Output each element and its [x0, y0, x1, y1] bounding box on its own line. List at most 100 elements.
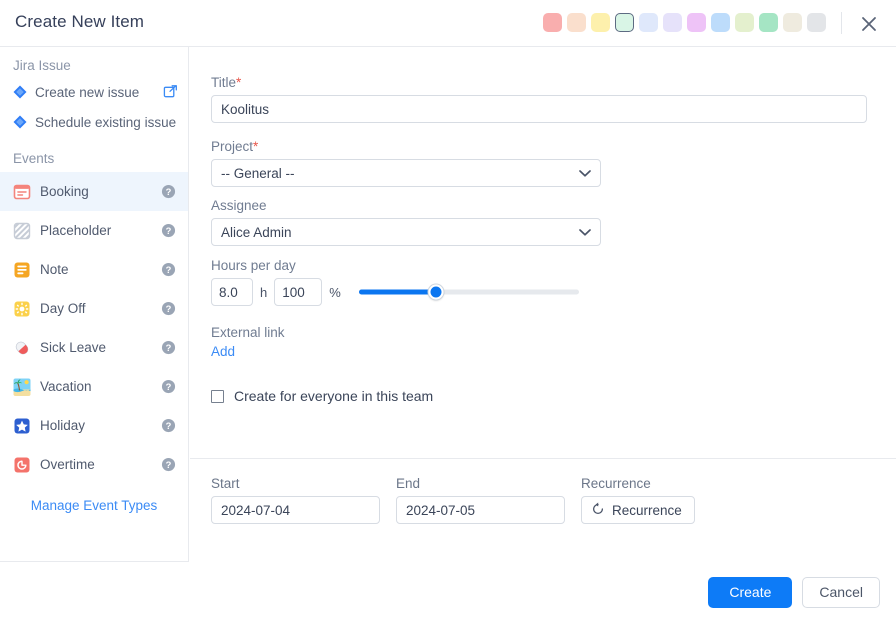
hours-controls: 8.0 h 100 % — [211, 278, 771, 306]
create-for-everyone-checkbox-row[interactable]: Create for everyone in this team — [211, 388, 433, 404]
end-label: End — [396, 476, 421, 491]
svg-text:?: ? — [166, 421, 172, 431]
start-label: Start — [211, 476, 240, 491]
svg-text:?: ? — [166, 304, 172, 314]
help-icon[interactable]: ? — [161, 262, 176, 277]
field-project: Project* -- General -- — [211, 139, 601, 187]
sidebar-item-label: Overtime — [40, 457, 95, 473]
form-divider — [190, 458, 896, 459]
sick-leave-icon — [13, 339, 31, 357]
dialog-footer: Create Cancel — [0, 563, 896, 621]
title-label-text: Title — [211, 75, 237, 90]
svg-text:?: ? — [166, 265, 172, 275]
header-divider — [841, 12, 842, 34]
help-icon[interactable]: ? — [161, 418, 176, 433]
dialog-header: Create New Item — [0, 0, 896, 47]
sidebar-item-label: Booking — [40, 184, 89, 200]
help-icon[interactable]: ? — [161, 379, 176, 394]
create-button[interactable]: Create — [708, 576, 793, 608]
hours-unit-label: h — [260, 284, 268, 300]
help-icon[interactable]: ? — [161, 184, 176, 199]
sidebar-item-label: Placeholder — [40, 223, 112, 239]
title-input[interactable]: Koolitus — [211, 95, 867, 123]
help-icon[interactable]: ? — [161, 340, 176, 355]
project-select-value: -- General -- — [221, 165, 295, 181]
sidebar-item-sick-leave[interactable]: Sick Leave? — [0, 328, 188, 367]
day-off-icon — [13, 300, 31, 318]
sidebar-item-day-off[interactable]: Day Off? — [0, 289, 188, 328]
form-panel: Title* Koolitus Project* -- General -- A… — [190, 47, 896, 562]
help-icon[interactable]: ? — [161, 457, 176, 472]
swatch-peach[interactable] — [567, 13, 586, 32]
swatch-lime[interactable] — [735, 13, 754, 32]
help-icon[interactable]: ? — [161, 223, 176, 238]
sidebar-item-label: Schedule existing issue — [35, 114, 177, 130]
hours-input[interactable]: 8.0 — [211, 278, 253, 306]
sidebar-item-label: Vacation — [40, 379, 92, 395]
svg-text:?: ? — [166, 226, 172, 236]
percent-unit-label: % — [329, 284, 341, 300]
sidebar-item-booking[interactable]: Booking? — [0, 172, 188, 212]
field-recurrence: Recurrence Recurrence — [581, 476, 695, 524]
jira-diamond-icon — [13, 85, 27, 105]
swatch-lavender[interactable] — [663, 13, 682, 32]
refresh-icon — [591, 502, 605, 519]
sidebar-item-note[interactable]: Note? — [0, 250, 188, 289]
sidebar-item-label: Note — [40, 262, 69, 278]
field-start: Start 2024-07-04 — [211, 476, 380, 524]
slider-fill — [358, 289, 436, 295]
assignee-select[interactable]: Alice Admin — [211, 218, 601, 246]
svg-text:?: ? — [166, 460, 172, 470]
swatch-cream[interactable] — [783, 13, 802, 32]
sidebar-item-label: Create new issue — [35, 85, 140, 100]
sidebar-item-create-new-issue[interactable]: Create new issue — [0, 79, 188, 109]
chevron-down-icon — [579, 166, 591, 181]
required-marker: * — [253, 139, 259, 154]
manage-event-types-link[interactable]: Manage Event Types — [0, 484, 188, 513]
sidebar-item-schedule-existing-issue[interactable]: Schedule existing issue — [0, 109, 188, 139]
sidebar-event-list: Booking? Placeholder? Note? Day Off? Sick Le… — [0, 172, 188, 484]
recurrence-label: Recurrence — [581, 476, 651, 491]
sidebar-item-holiday[interactable]: Holiday? — [0, 406, 188, 445]
color-swatch-palette[interactable] — [543, 13, 826, 32]
field-hours-per-day: Hours per day 8.0 h 100 % — [211, 258, 771, 306]
svg-text:?: ? — [166, 187, 172, 197]
vacation-icon — [13, 378, 31, 396]
slider-thumb[interactable] — [428, 284, 444, 300]
svg-text:?: ? — [166, 382, 172, 392]
swatch-red[interactable] — [543, 13, 562, 32]
create-for-everyone-label: Create for everyone in this team — [234, 388, 434, 404]
assignee-select-value: Alice Admin — [221, 224, 292, 240]
swatch-yellow[interactable] — [591, 13, 610, 32]
placeholder-icon — [13, 222, 31, 240]
cancel-button[interactable]: Cancel — [802, 576, 880, 608]
swatch-sky[interactable] — [711, 13, 730, 32]
sidebar: Jira Issue Create new issue Schedule exi… — [0, 47, 189, 562]
external-link-icon[interactable] — [163, 84, 178, 105]
add-external-link-button[interactable]: Add — [211, 344, 285, 359]
create-for-everyone-checkbox[interactable] — [211, 389, 224, 403]
percent-input[interactable]: 100 — [274, 278, 323, 306]
swatch-grey[interactable] — [807, 13, 826, 32]
note-icon — [13, 261, 31, 279]
swatch-green[interactable] — [759, 13, 778, 32]
swatch-mint[interactable] — [615, 13, 634, 32]
sidebar-item-label: Sick Leave — [40, 340, 107, 356]
title-label: Title* — [211, 75, 867, 90]
sidebar-item-placeholder[interactable]: Placeholder? — [0, 211, 188, 250]
sidebar-item-vacation[interactable]: Vacation? — [0, 367, 188, 406]
percent-slider[interactable] — [358, 282, 579, 302]
sidebar-item-label: Day Off — [40, 301, 86, 317]
swatch-light-blue[interactable] — [639, 13, 658, 32]
assignee-label: Assignee — [211, 198, 267, 213]
swatch-violet[interactable] — [687, 13, 706, 32]
start-date-input[interactable]: 2024-07-04 — [211, 496, 380, 524]
sidebar-section-jira-title: Jira Issue — [13, 58, 71, 73]
recurrence-button[interactable]: Recurrence — [581, 496, 695, 524]
help-icon[interactable]: ? — [161, 301, 176, 316]
close-icon[interactable] — [856, 11, 882, 37]
project-select[interactable]: -- General -- — [211, 159, 601, 187]
end-date-input[interactable]: 2024-07-05 — [396, 496, 565, 524]
sidebar-item-overtime[interactable]: Overtime? — [0, 445, 188, 484]
recurrence-button-label: Recurrence — [612, 502, 682, 518]
